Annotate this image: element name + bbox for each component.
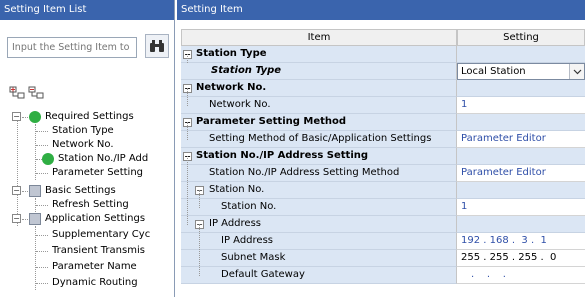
setting-item-panel: Setting Item Item Setting − Station Type… [177, 0, 585, 297]
group-row-station-no-ip-address[interactable]: − Station No./IP Address Setting [181, 148, 457, 165]
item-station-no[interactable]: Station No. [181, 199, 457, 216]
tree-label: Refresh Setting [52, 199, 129, 210]
chevron-down-icon [573, 69, 581, 74]
station-type-value: Local Station [461, 66, 526, 77]
tree-label: Station Type [52, 125, 114, 136]
setting-cell [457, 46, 585, 63]
setting-cell [457, 80, 585, 97]
subnet-mask-value[interactable]: 255 . 255 . 255 . 0 [457, 250, 585, 267]
tree-label: Parameter Setting [52, 167, 144, 178]
setting-cell [457, 182, 585, 199]
app-window: Setting Item List Input the Setting Item… [0, 0, 585, 297]
expand-tree-icon [9, 86, 25, 99]
station-type-select[interactable]: Local Station [457, 63, 585, 80]
group-row-network-no[interactable]: − Network No. [181, 80, 457, 97]
item-default-gateway[interactable]: Default Gateway [181, 267, 457, 284]
item-station-type[interactable]: Station Type [181, 63, 457, 80]
collapse-toggle-icon[interactable]: − [12, 112, 21, 121]
collapse-toggle-icon[interactable]: − [12, 186, 21, 195]
tree-label: Parameter Name [52, 261, 137, 272]
tree-label: Supplementary Cyc [52, 229, 151, 240]
item-setting-method-basic-app[interactable]: Setting Method of Basic/Application Sett… [181, 131, 457, 148]
setting-cell [457, 148, 585, 165]
dropdown-button[interactable] [569, 64, 584, 79]
tree-label: Station No./IP Add [58, 153, 149, 164]
tree-label: Application Settings [45, 213, 146, 224]
group-row-parameter-setting-method[interactable]: − Parameter Setting Method [181, 114, 457, 131]
column-header-setting[interactable]: Setting [457, 29, 585, 46]
tree-label: Required Settings [45, 111, 134, 122]
setting-cell [457, 114, 585, 131]
tree-label: Transient Transmis [52, 245, 145, 256]
default-gateway-value[interactable]: . . . [457, 267, 585, 284]
subgroup-row-station-no[interactable]: − Station No. [181, 182, 457, 199]
item-ip-address[interactable]: IP Address [181, 233, 457, 250]
tree-label: Basic Settings [45, 185, 116, 196]
tree-label: Dynamic Routing [52, 277, 138, 288]
collapse-tree-icon [28, 86, 44, 99]
item-network-no[interactable]: Network No. [181, 97, 457, 114]
station-no-value[interactable]: 1 [457, 199, 585, 216]
panel-title: Setting Item List [0, 0, 174, 20]
station-no-ip-method-value[interactable]: Parameter Editor [457, 165, 585, 182]
settings-folder-icon [29, 213, 41, 225]
expand-all-button[interactable] [9, 86, 27, 100]
settings-folder-icon [29, 185, 41, 197]
search-button[interactable] [145, 34, 169, 58]
setting-method-value[interactable]: Parameter Editor [457, 131, 585, 148]
panel-title: Setting Item [177, 0, 585, 20]
collapse-all-button[interactable] [28, 86, 46, 100]
binoculars-icon [150, 40, 164, 52]
item-subnet-mask[interactable]: Subnet Mask [181, 250, 457, 267]
ip-address-value[interactable]: 192 . 168 . 3 . 1 [457, 233, 585, 250]
group-row-station-type[interactable]: − Station Type [181, 46, 457, 63]
check-status-icon [42, 153, 54, 165]
search-input[interactable] [7, 37, 137, 58]
network-no-value[interactable]: 1 [457, 97, 585, 114]
check-status-icon [29, 111, 41, 123]
tree-label: Network No. [52, 139, 114, 150]
setting-item-list-panel: Setting Item List Input the Setting Item… [0, 0, 175, 297]
setting-cell [457, 216, 585, 233]
item-station-no-ip-method[interactable]: Station No./IP Address Setting Method [181, 165, 457, 182]
subgroup-row-ip-address[interactable]: − IP Address [181, 216, 457, 233]
column-header-item[interactable]: Item [181, 29, 457, 46]
collapse-toggle-icon[interactable]: − [12, 214, 21, 223]
